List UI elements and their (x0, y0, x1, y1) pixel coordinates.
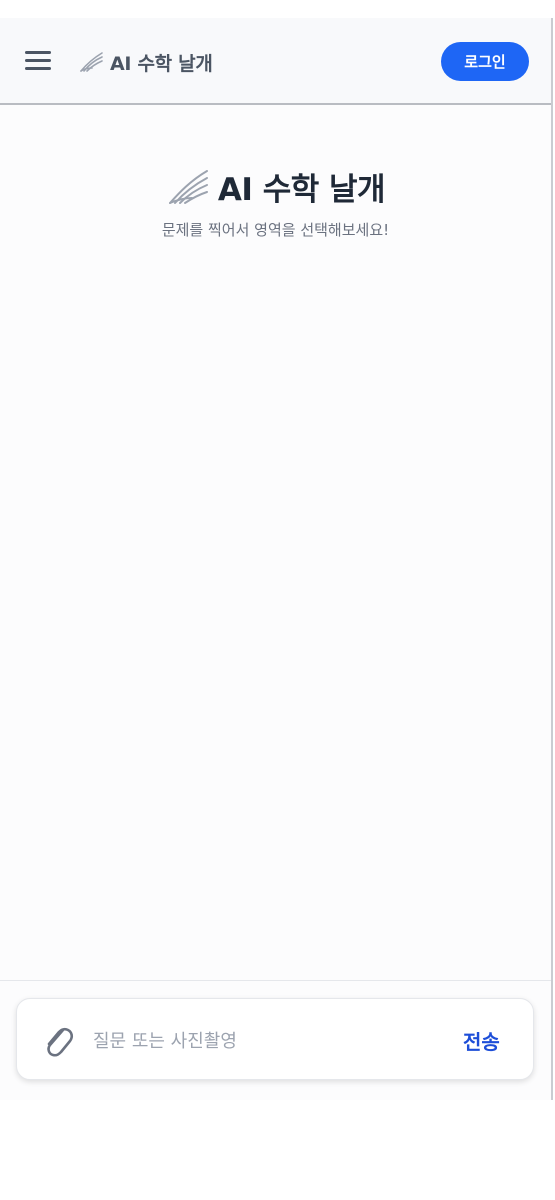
send-button[interactable]: 전송 (463, 1025, 500, 1055)
hero-subtitle: 문제를 찍어서 영역을 선택해보세요! (161, 221, 390, 239)
hero-title-row: AI 수학 날개 (166, 164, 386, 209)
message-input[interactable] (91, 1021, 435, 1061)
footer-divider (0, 980, 551, 981)
paperclip-icon (47, 1027, 74, 1057)
hero-title: AI 수학 날개 (217, 172, 386, 208)
hamburger-menu-icon (25, 59, 51, 62)
wing-icon (168, 169, 208, 204)
top-bar: AI 수학 날개 로그인 (0, 18, 551, 105)
welcome-section: AI 수학 날개 문제를 찍어서 영역을 선택해보세요! (0, 164, 551, 240)
hamburger-menu-icon (25, 51, 51, 54)
attach-button[interactable] (39, 1021, 75, 1061)
message-composer: 전송 (16, 998, 534, 1080)
brand-title: AI 수학 날개 (110, 52, 213, 75)
wing-icon (80, 52, 103, 72)
menu-button[interactable] (22, 49, 54, 73)
login-button[interactable]: 로그인 (441, 42, 529, 81)
brand[interactable]: AI 수학 날개 (78, 46, 213, 78)
hamburger-menu-icon (25, 67, 51, 70)
app-window: AI 수학 날개 로그인 AI 수학 날개 문제를 찍어서 영역을 선택해보세요… (0, 18, 553, 1100)
